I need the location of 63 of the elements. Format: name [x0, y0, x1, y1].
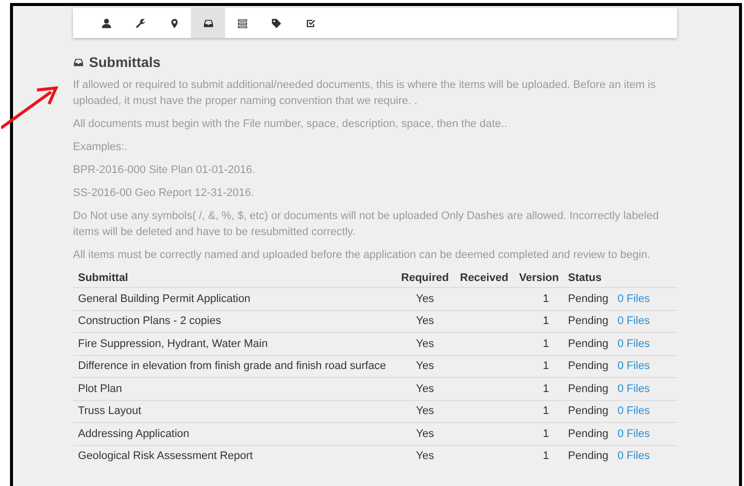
column-header: Received: [460, 272, 508, 284]
files-link[interactable]: 0 Files: [617, 405, 650, 418]
version-number: 1: [542, 315, 549, 328]
version-number: 1: [542, 382, 549, 395]
submittal-name: Plot Plan: [78, 382, 122, 395]
paragraph: All documents must begin with the File number, space, description, space, then the date..: [73, 117, 508, 132]
paragraph: Examples:.: [73, 140, 128, 155]
version-number: 1: [542, 405, 549, 418]
inbox-icon: [202, 18, 214, 28]
map-pin-icon: [168, 18, 180, 28]
submittal-name: Geological Risk Assessment Report: [78, 450, 253, 462]
version-number: 1: [542, 360, 549, 372]
inbox-icon: [73, 56, 84, 68]
files-link[interactable]: 0 Files: [617, 338, 650, 350]
version-number: 1: [542, 292, 549, 305]
required-value: Yes: [416, 360, 434, 372]
version-number: 1: [542, 428, 549, 440]
files-link[interactable]: 0 Files: [617, 360, 650, 372]
files-link[interactable]: 0 Files: [617, 292, 650, 305]
column-header: Status: [568, 272, 602, 284]
status-text: Pending: [568, 382, 608, 395]
status-text: Pending: [568, 405, 608, 418]
files-link[interactable]: 0 Files: [617, 428, 650, 440]
required-value: Yes: [416, 450, 434, 462]
wrench-icon: [134, 18, 146, 28]
submittal-name: Construction Plans - 2 copies: [78, 315, 222, 328]
files-link[interactable]: 0 Files: [617, 382, 650, 395]
files-link[interactable]: 0 Files: [617, 450, 650, 462]
tab[interactable]: [191, 8, 225, 38]
status-text: Pending: [568, 360, 608, 372]
status-text: Pending: [568, 450, 608, 462]
paragraph: BPR-2016-000 Site Plan 01-01-2016.: [73, 163, 256, 178]
paragraph: SS-2016-00 Geo Report 12-31-2016.: [73, 186, 256, 201]
column-header: Version: [519, 272, 559, 284]
tag-icon: [270, 18, 282, 28]
status-text: Pending: [568, 428, 608, 440]
required-value: Yes: [416, 338, 434, 350]
submittal-name: Truss Layout: [78, 405, 142, 418]
files-link[interactable]: 0 Files: [617, 315, 650, 328]
version-number: 1: [542, 338, 549, 350]
required-value: Yes: [416, 405, 434, 418]
list-icon: [236, 18, 248, 28]
required-value: Yes: [416, 382, 434, 395]
column-header: Required: [401, 272, 449, 284]
column-header: Submittal: [78, 272, 128, 284]
section-heading: Submittals: [89, 54, 161, 70]
submittal-name: General Building Permit Application: [78, 292, 250, 305]
checkbox-icon: [304, 18, 316, 28]
required-value: Yes: [416, 315, 434, 328]
paragraph: If allowed or required to submit additional/needed documents, this is where the items will be uploaded. Before an item is uploaded, it must have the proper naming convention that we require. .: [73, 78, 657, 109]
status-text: Pending: [568, 338, 608, 350]
submittal-name: Difference in elevation from finish grade and finish road surface: [78, 360, 386, 372]
submittal-name: Addressing Application: [78, 428, 190, 440]
required-value: Yes: [416, 292, 434, 305]
required-value: Yes: [416, 428, 434, 440]
paragraph: All items must be correctly named and uploaded before the application can be deemed completed and review to begin.: [73, 248, 652, 263]
version-number: 1: [542, 450, 549, 462]
annotation-arrow: [1, 86, 61, 131]
paragraph: Do Not use any symbols( /, &, %, $, etc) or documents will not be uploaded Only Dashes are allowed. Incorrectly labeled items will be deleted and have to be resubmitted correctly.: [73, 209, 660, 240]
person-icon: [100, 18, 112, 28]
status-text: Pending: [568, 315, 608, 328]
status-text: Pending: [568, 292, 608, 305]
submittal-name: Fire Suppression, Hydrant, Water Main: [78, 338, 268, 350]
